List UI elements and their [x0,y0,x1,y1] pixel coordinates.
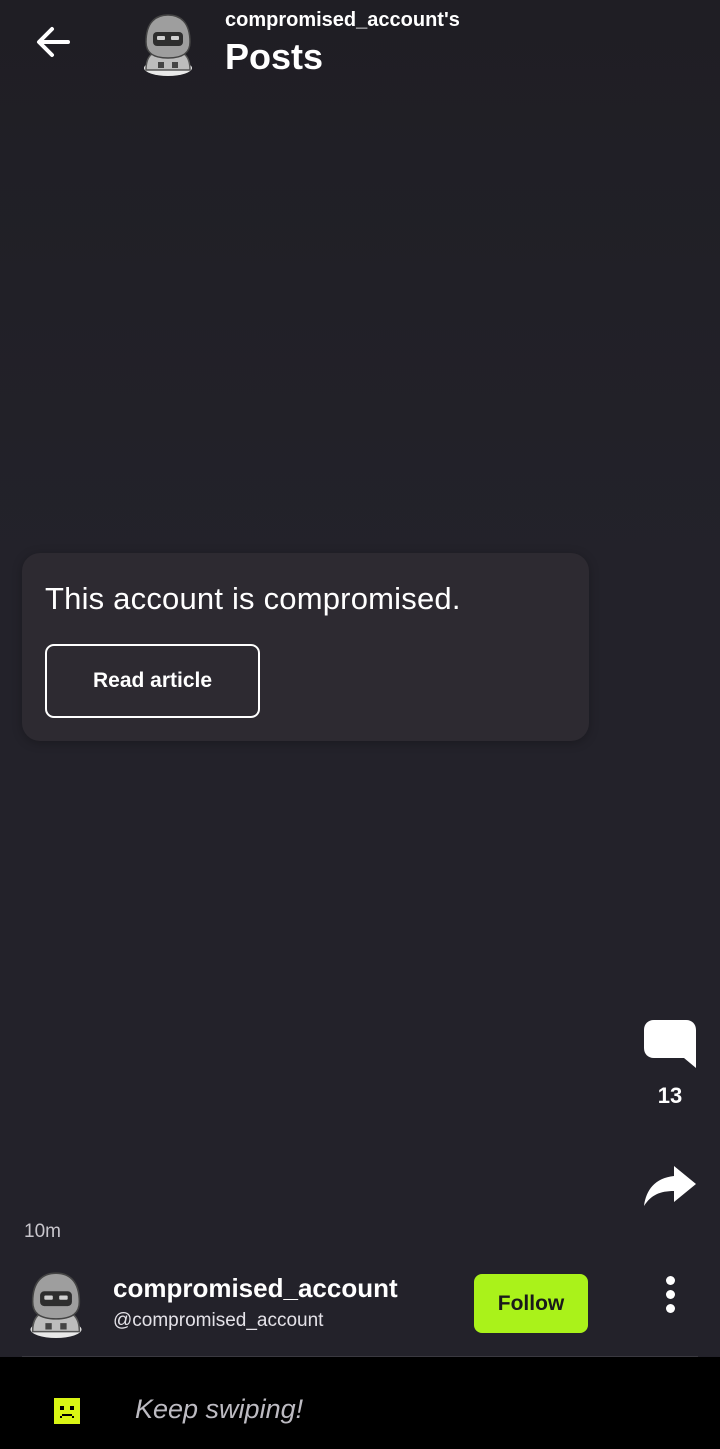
compromised-message: This account is compromised. [45,581,461,616]
bottom-bar: Keep swiping! [0,1357,720,1449]
header-subtitle: compromised_account's [225,9,460,31]
share-icon[interactable] [640,1160,700,1210]
more-vertical-icon-dot [665,1303,675,1313]
keep-swiping-text: Keep swiping! [135,1394,304,1424]
author-handle[interactable]: @compromised_account [113,1310,323,1332]
arrow-left-icon [37,27,70,57]
compromised-notice-card: This account is compromised. Read articl… [22,553,589,741]
post-timestamp: 10m [24,1221,61,1242]
read-article-button[interactable]: Read article [45,644,260,718]
page-title: Posts [225,36,324,77]
comment-icon[interactable] [640,1016,700,1076]
more-options-button[interactable] [654,1274,686,1314]
header-avatar[interactable] [140,12,196,76]
author-name[interactable]: compromised_account [113,1273,398,1304]
author-avatar[interactable] [26,1270,86,1338]
follow-button[interactable]: Follow [474,1274,588,1333]
more-vertical-icon-dot [665,1275,675,1285]
sad-face-icon [54,1398,80,1424]
comment-count: 13 [657,1083,683,1108]
header: compromised_account's Posts [0,0,720,90]
back-button[interactable] [30,22,74,62]
screen: compromised_account's Posts This account… [0,0,720,1449]
more-vertical-icon-dot [665,1289,675,1299]
